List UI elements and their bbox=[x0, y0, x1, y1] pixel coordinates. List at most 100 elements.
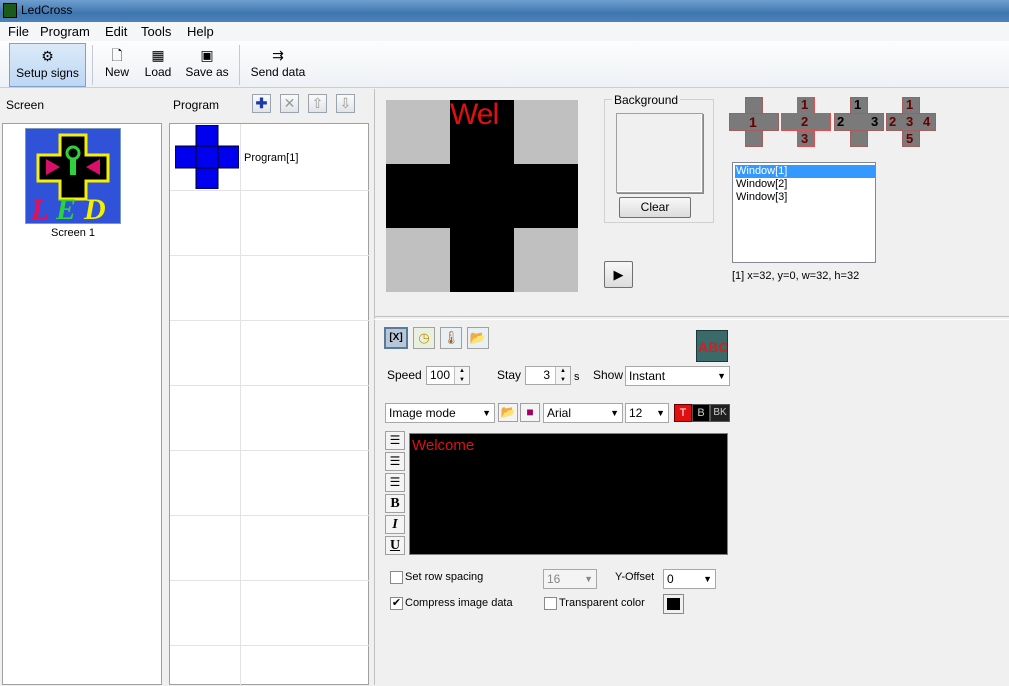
underline-button[interactable]: U bbox=[385, 536, 405, 555]
bold-button[interactable]: B bbox=[385, 494, 405, 513]
toolbar: ⚙ Setup signs 🗋 New ▦ Load ▣ Save as ⇉ S… bbox=[0, 41, 1009, 88]
plus-icon: ✚ bbox=[255, 95, 268, 111]
menu-tools[interactable]: Tools bbox=[141, 24, 171, 39]
layout-3-split[interactable]: 1 2 3 bbox=[834, 97, 884, 147]
transparent-label: Transparent color bbox=[559, 597, 645, 609]
align-right-button[interactable]: ☰ bbox=[385, 473, 405, 492]
show-select[interactable]: Instant ▼ bbox=[625, 366, 730, 386]
align-left-button[interactable]: ☰ bbox=[385, 431, 405, 450]
led-logo-icon: L E D bbox=[26, 129, 120, 226]
menu-bar: File Program Edit Tools Help bbox=[0, 22, 1009, 41]
folder-open-icon: 📂 bbox=[469, 330, 487, 345]
move-down-button[interactable]: ⇩ bbox=[336, 94, 355, 113]
stay-label: Stay bbox=[497, 368, 522, 382]
svg-text:D: D bbox=[83, 193, 106, 223]
window-list: Window[1] Window[2] Window[3] bbox=[732, 162, 876, 263]
layout-1-window[interactable]: 1 bbox=[729, 97, 779, 147]
window-list-item-2[interactable]: Window[2] bbox=[735, 178, 875, 191]
save-icon: ■ bbox=[526, 405, 534, 419]
window-list-item-1[interactable]: Window[1] bbox=[735, 165, 875, 178]
chevron-down-icon: ▼ bbox=[717, 371, 726, 381]
app-icon bbox=[3, 3, 17, 18]
layout-3-vertical[interactable]: 1 2 3 bbox=[781, 97, 831, 147]
add-program-button[interactable]: ✚ bbox=[252, 94, 271, 113]
blue-cross-icon bbox=[174, 124, 240, 190]
screen-pane-header: Screen bbox=[6, 98, 45, 112]
send-icon: ⇉ bbox=[272, 47, 284, 63]
menu-edit[interactable]: Edit bbox=[105, 24, 127, 39]
save-as-button[interactable]: ▣ Save as bbox=[183, 43, 231, 87]
setup-signs-button[interactable]: ⚙ Setup signs bbox=[9, 43, 86, 87]
delete-program-button[interactable]: ✕ bbox=[280, 94, 299, 113]
yoffset-select[interactable]: 0 ▼ bbox=[663, 569, 716, 589]
screen-item-label: Screen 1 bbox=[50, 227, 96, 239]
background-color-button[interactable]: BK bbox=[710, 404, 730, 422]
layout-5-windows[interactable]: 1 2 3 4 5 bbox=[886, 97, 936, 147]
led-preview[interactable]: Wel bbox=[386, 98, 578, 292]
speed-input[interactable]: 100 ▲ ▼ bbox=[426, 366, 470, 385]
italic-button[interactable]: I bbox=[385, 515, 405, 534]
align-center-icon: ☰ bbox=[389, 454, 401, 468]
move-up-button[interactable]: ⇧ bbox=[308, 94, 327, 113]
title-bar: LedCross bbox=[0, 0, 1009, 22]
speed-label: Speed bbox=[387, 368, 422, 382]
open-file-tab[interactable]: 📂 bbox=[467, 327, 489, 349]
menu-program[interactable]: Program bbox=[40, 24, 90, 39]
save-image-button[interactable]: ■ bbox=[520, 403, 540, 422]
transparent-checkbox[interactable] bbox=[544, 597, 557, 610]
row-spacing-label: Set row spacing bbox=[405, 571, 484, 583]
transparent-color-button[interactable] bbox=[663, 594, 684, 614]
send-data-button[interactable]: ⇉ Send data bbox=[247, 43, 309, 87]
clock-icon: ◷ bbox=[418, 330, 430, 345]
load-icon: ▦ bbox=[151, 47, 165, 63]
window-list-item-3[interactable]: Window[3] bbox=[735, 191, 875, 204]
editor-text: Welcome bbox=[412, 437, 475, 454]
compress-checkbox[interactable]: ✔ bbox=[390, 597, 403, 610]
load-button[interactable]: ▦ Load bbox=[140, 43, 176, 87]
chevron-down-icon: ▼ bbox=[584, 574, 593, 584]
new-button[interactable]: 🗋 New bbox=[100, 43, 134, 87]
abc-preview-icon: ABC bbox=[696, 330, 728, 362]
border-color-button[interactable]: B bbox=[692, 404, 710, 422]
arrow-down-icon: ⇩ bbox=[339, 95, 352, 111]
screen-thumbnail[interactable]: L E D bbox=[25, 128, 121, 226]
clear-button[interactable]: Clear bbox=[619, 197, 691, 218]
clock-mode-tab[interactable]: ◷ bbox=[413, 327, 435, 349]
thermometer-icon: 🌡 bbox=[442, 330, 460, 345]
align-left-icon: ☰ bbox=[389, 433, 401, 447]
show-label: Show bbox=[593, 368, 624, 382]
stay-unit: s bbox=[574, 371, 580, 383]
close-icon: ✕ bbox=[283, 95, 296, 111]
led-preview-text: Wel bbox=[450, 98, 499, 131]
yoffset-label: Y-Offset bbox=[615, 571, 655, 583]
mode-select[interactable]: Image mode ▼ bbox=[385, 403, 495, 423]
text-icon: [X] bbox=[389, 332, 403, 343]
text-color-button[interactable]: T bbox=[674, 404, 692, 422]
chevron-down-icon: ▼ bbox=[482, 408, 491, 418]
play-icon: ▶ bbox=[613, 267, 624, 282]
window-info: [1] x=32, y=0, w=32, h=32 bbox=[732, 270, 860, 282]
align-center-button[interactable]: ☰ bbox=[385, 452, 405, 471]
row-spacing-select[interactable]: 16 ▼ bbox=[543, 569, 597, 589]
text-editor[interactable]: Welcome bbox=[409, 433, 728, 555]
chevron-down-icon: ▼ bbox=[656, 408, 665, 418]
svg-text:ABC: ABC bbox=[698, 339, 727, 355]
background-image-slot[interactable] bbox=[616, 113, 703, 193]
speed-spinner[interactable]: ▲ ▼ bbox=[454, 367, 469, 384]
program-item-label: Program[1] bbox=[244, 152, 299, 164]
row-spacing-checkbox[interactable] bbox=[390, 571, 403, 584]
new-file-icon: 🗋 bbox=[111, 47, 123, 63]
menu-file[interactable]: File bbox=[8, 24, 29, 39]
font-select[interactable]: Arial ▼ bbox=[543, 403, 623, 423]
check-icon: ✔ bbox=[391, 597, 402, 609]
open-image-button[interactable]: 📂 bbox=[498, 403, 518, 422]
menu-help[interactable]: Help bbox=[187, 24, 214, 39]
background-label: Background bbox=[612, 93, 681, 107]
stay-input[interactable]: 3 ▲ ▼ bbox=[525, 366, 571, 385]
program-thumbnail[interactable] bbox=[174, 124, 240, 190]
font-size-select[interactable]: 12 ▼ bbox=[625, 403, 669, 423]
text-mode-tab[interactable]: [X] bbox=[384, 327, 408, 349]
play-button[interactable]: ▶ bbox=[604, 261, 633, 288]
stay-spinner[interactable]: ▲ ▼ bbox=[555, 367, 570, 384]
temperature-mode-tab[interactable]: 🌡 bbox=[440, 327, 462, 349]
